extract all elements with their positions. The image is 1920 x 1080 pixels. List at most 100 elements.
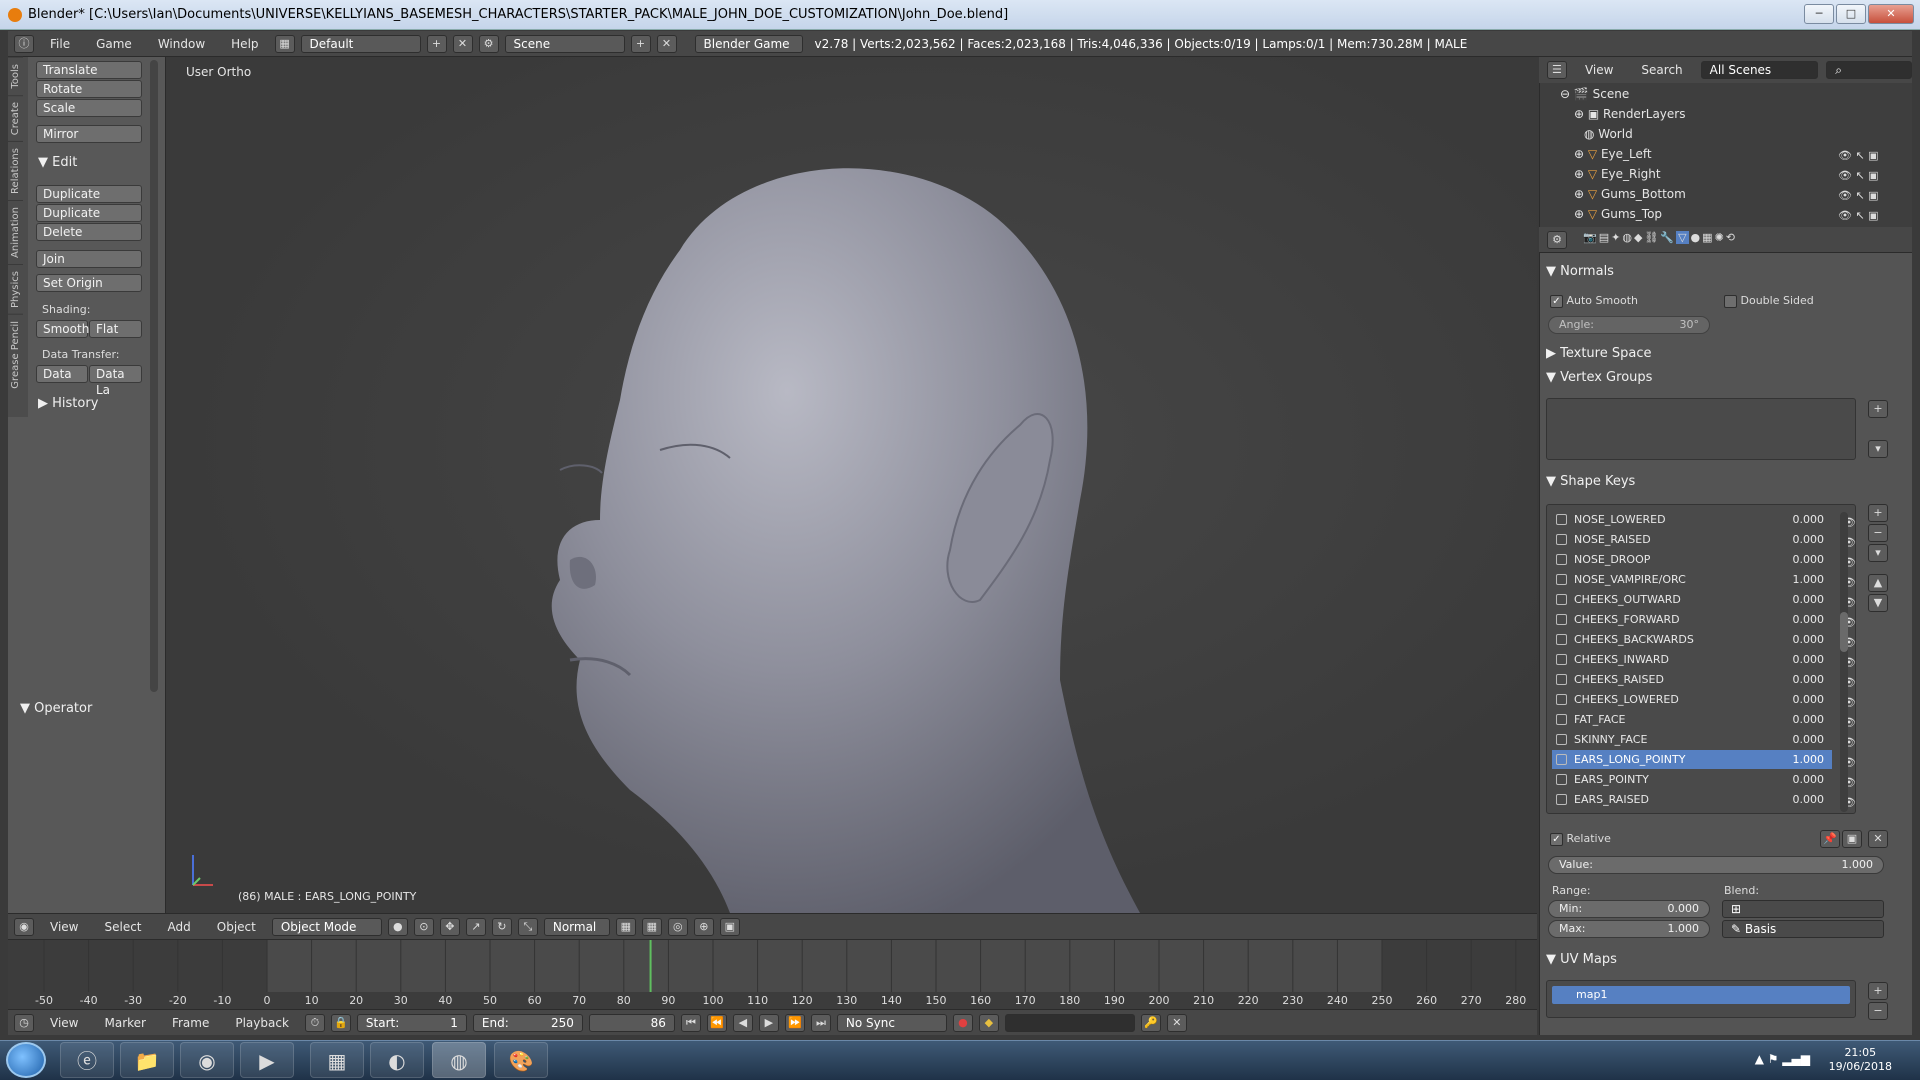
material-tab-icon[interactable]: ●: [1691, 231, 1701, 244]
slider-min-field[interactable]: Min: 0.000: [1548, 900, 1710, 918]
shape-key-value[interactable]: 1.000: [1793, 750, 1825, 769]
editor-type-timeline-icon[interactable]: ◷: [14, 1013, 34, 1032]
jump-end-icon[interactable]: ⏭: [810, 1013, 831, 1032]
paint-icon[interactable]: 🎨: [494, 1042, 548, 1078]
tool-shelf-scrollbar[interactable]: [150, 60, 158, 692]
prev-keyframe-icon[interactable]: ⏪: [706, 1013, 727, 1032]
shape-key-value[interactable]: 0.000: [1793, 550, 1825, 569]
shape-key-row[interactable]: SKINNY_FACE 0.000 👁: [1552, 730, 1856, 749]
auto-smooth-angle-field[interactable]: Angle: 30°: [1548, 316, 1710, 334]
add-layout-icon[interactable]: +: [426, 34, 447, 53]
sync-mode-select[interactable]: No Sync: [836, 1013, 947, 1032]
lock-icon[interactable]: 🔒: [330, 1013, 351, 1032]
delete-keyframe-icon[interactable]: ✕: [1166, 1013, 1187, 1032]
translate-button[interactable]: Translate: [36, 61, 142, 79]
screen-layout-field[interactable]: Default: [300, 34, 421, 53]
menu-file[interactable]: File: [40, 37, 80, 51]
uv-maps-list[interactable]: map1: [1546, 980, 1856, 1018]
blender-taskbar-icon[interactable]: ◍: [432, 1042, 486, 1078]
auto-smooth-checkbox[interactable]: ✓ Auto Smooth: [1550, 294, 1638, 308]
shape-key-row[interactable]: CHEEKS_RAISED 0.000 👁: [1552, 670, 1856, 689]
operator-panel-header[interactable]: ▼ Operator: [20, 701, 92, 716]
edit-panel-header[interactable]: ▼ Edit: [38, 155, 77, 170]
tab-create[interactable]: Create: [8, 94, 23, 141]
menu-playback[interactable]: Playback: [225, 1016, 299, 1030]
scene-tab-icon[interactable]: ✦: [1611, 231, 1620, 244]
duplicate-button[interactable]: Duplicate: [36, 185, 142, 203]
render-tab-icon[interactable]: 📷: [1583, 231, 1597, 244]
tray-icons[interactable]: ▲ ⚑ ▂▄▆: [1755, 1052, 1810, 1066]
shape-key-row[interactable]: CHEEKS_FORWARD 0.000 👁: [1552, 610, 1856, 629]
editor-type-outliner-icon[interactable]: ☰: [1547, 61, 1567, 79]
world-tab-icon[interactable]: ◍: [1622, 231, 1632, 244]
play-icon[interactable]: ▶: [758, 1013, 779, 1032]
shape-key-value[interactable]: 0.000: [1793, 590, 1825, 609]
shape-keys-scroll-thumb[interactable]: [1840, 612, 1848, 652]
double-sided-checkbox[interactable]: Double Sided: [1724, 294, 1814, 308]
editor-type-info-icon[interactable]: ⓘ: [14, 34, 34, 53]
outliner-item-eye-left[interactable]: ⊕ ▽ Eye_Left: [1574, 145, 1652, 163]
data-transfer-button[interactable]: Data: [36, 365, 88, 383]
shape-key-row[interactable]: NOSE_DROOP 0.000 👁: [1552, 550, 1856, 569]
shape-keys-scrollbar[interactable]: [1840, 512, 1848, 812]
shape-key-row[interactable]: CHEEKS_INWARD 0.000 👁: [1552, 650, 1856, 669]
obs-icon[interactable]: ◐: [370, 1042, 424, 1078]
end-frame-field[interactable]: End: 250: [472, 1013, 583, 1032]
properties-tab-row[interactable]: 📷 ▤ ✦ ◍ ◆ ⛓ 🔧 ▽ ● ▦ ✺ ⟲: [1583, 231, 1735, 244]
head-mesh-render[interactable]: [540, 140, 1140, 913]
add-uv-map-icon[interactable]: +: [1868, 982, 1888, 1000]
current-frame-field[interactable]: 86: [588, 1013, 675, 1032]
outliner-item-renderlayers[interactable]: ⊕ ▣ RenderLayers: [1574, 105, 1685, 123]
move-shape-key-up-icon[interactable]: ▲: [1868, 574, 1888, 592]
transform-orientation-select[interactable]: Normal: [543, 917, 610, 936]
texture-tab-icon[interactable]: ▦: [1702, 231, 1712, 244]
pivot-point-icon[interactable]: ⊙: [413, 917, 434, 936]
shape-key-value[interactable]: 0.000: [1793, 730, 1825, 749]
tab-tools[interactable]: Tools: [8, 57, 23, 95]
file-explorer-icon[interactable]: 📁: [120, 1042, 174, 1078]
timeline-ruler[interactable]: -50 -40 -30 -20 -10 0 10 20 30 40 50 60 70 80 90 100 110…: [8, 940, 1537, 1010]
shape-key-row[interactable]: EARS_POINTY 0.000 👁: [1552, 770, 1856, 789]
menu-window[interactable]: Window: [148, 37, 215, 51]
smooth-button[interactable]: Smooth: [36, 320, 89, 338]
media-player-icon[interactable]: ▶: [240, 1042, 294, 1078]
uv-map-row[interactable]: map1: [1552, 986, 1850, 1004]
next-keyframe-icon[interactable]: ⏩: [784, 1013, 805, 1032]
record-icon[interactable]: ●: [952, 1013, 973, 1032]
shape-key-value[interactable]: 0.000: [1793, 650, 1825, 669]
remove-shape-key-icon[interactable]: −: [1868, 524, 1888, 542]
menu-select[interactable]: Select: [94, 920, 151, 934]
move-shape-key-down-icon[interactable]: ▼: [1868, 594, 1888, 612]
outliner-menu-search[interactable]: Search: [1631, 63, 1692, 77]
scale-manipulator-icon[interactable]: ⤡: [517, 917, 538, 936]
menu-frame[interactable]: Frame: [162, 1016, 219, 1030]
shape-key-row[interactable]: CHEEKS_BACKWARDS 0.000 👁: [1552, 630, 1856, 649]
system-clock[interactable]: 21:05 19/06/2018: [1829, 1046, 1892, 1074]
duplicate-linked-button[interactable]: Duplicate Linked: [36, 204, 142, 236]
menu-object[interactable]: Object: [207, 920, 266, 934]
outliner-item-scene[interactable]: ⊖ 🎬 Scene: [1560, 85, 1629, 103]
menu-timeline-view[interactable]: View: [40, 1016, 88, 1030]
uv-maps-panel-header[interactable]: ▼ UV Maps: [1546, 952, 1617, 967]
outliner-menu-view[interactable]: View: [1575, 63, 1623, 77]
layers-icon-2[interactable]: ▦: [641, 917, 662, 936]
shape-key-value[interactable]: 0.000: [1793, 530, 1825, 549]
rotate-manipulator-icon[interactable]: ↻: [491, 917, 512, 936]
object-tab-icon[interactable]: ◆: [1634, 231, 1642, 244]
add-scene-icon[interactable]: +: [630, 34, 651, 53]
shape-key-value-slider[interactable]: Value: 1.000: [1548, 856, 1884, 874]
proportional-edit-icon[interactable]: ◎: [667, 917, 688, 936]
modifiers-tab-icon[interactable]: 🔧: [1660, 231, 1674, 244]
shape-key-value[interactable]: 0.000: [1793, 690, 1825, 709]
snap-icon[interactable]: ⊕: [693, 917, 714, 936]
menu-view[interactable]: View: [40, 920, 88, 934]
outliner-search-input[interactable]: ⌕: [1826, 61, 1912, 79]
shape-key-row[interactable]: CHEEKS_OUTWARD 0.000 👁: [1552, 590, 1856, 609]
maximize-button[interactable]: □: [1836, 4, 1866, 24]
mirror-button[interactable]: Mirror: [36, 125, 142, 143]
daz-studio-icon[interactable]: ▦: [310, 1042, 364, 1078]
shape-key-pin-icon[interactable]: 📌: [1820, 830, 1840, 848]
data-tab-icon[interactable]: ▽: [1676, 231, 1689, 244]
tab-physics[interactable]: Physics: [8, 263, 23, 314]
flat-button[interactable]: Flat: [89, 320, 142, 338]
